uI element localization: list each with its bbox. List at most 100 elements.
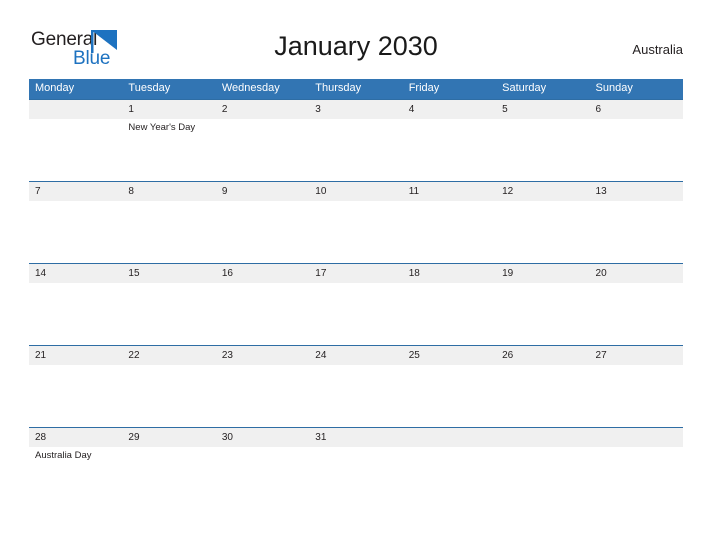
day-cell[interactable]: 12 xyxy=(496,181,590,264)
day-cell[interactable]: 5 xyxy=(496,99,590,182)
day-cell[interactable]: 22 xyxy=(122,345,216,428)
day-number: 13 xyxy=(589,182,683,201)
day-cell[interactable]: 4 xyxy=(402,99,497,182)
day-event xyxy=(216,365,309,368)
day-cell[interactable]: 2 xyxy=(215,99,310,182)
day-cell[interactable]: 16 xyxy=(215,263,310,346)
day-cell[interactable]: 27 xyxy=(589,345,683,428)
weekday-header-wednesday: Wednesday xyxy=(215,79,310,100)
calendar-week-row: 1 New Year's Day 2 3 4 5 6 xyxy=(29,99,683,182)
weekday-header-monday: Monday xyxy=(29,79,123,100)
day-event xyxy=(122,201,215,204)
day-number: 31 xyxy=(309,428,403,447)
day-number: 27 xyxy=(589,346,683,365)
day-number: 24 xyxy=(309,346,403,365)
day-number: 19 xyxy=(496,264,590,283)
day-number: 10 xyxy=(309,182,403,201)
day-event xyxy=(403,283,496,286)
day-event xyxy=(403,447,496,450)
day-event xyxy=(309,201,402,204)
day-event xyxy=(403,119,496,122)
day-cell[interactable]: 20 xyxy=(589,263,683,346)
day-cell[interactable]: 6 xyxy=(589,99,683,182)
day-event xyxy=(496,365,589,368)
page-title: January 2030 xyxy=(274,31,438,61)
day-cell[interactable]: 28 Australia Day xyxy=(29,427,123,509)
day-cell[interactable]: 23 xyxy=(215,345,310,428)
day-event xyxy=(122,283,215,286)
day-cell[interactable]: 1 New Year's Day xyxy=(122,99,216,182)
day-event xyxy=(590,283,683,286)
day-cell[interactable]: 18 xyxy=(402,263,497,346)
day-event xyxy=(403,201,496,204)
day-number: 22 xyxy=(122,346,216,365)
day-cell[interactable]: 25 xyxy=(402,345,497,428)
day-cell[interactable] xyxy=(402,427,497,509)
day-cell[interactable]: 29 xyxy=(122,427,216,509)
day-cell[interactable]: 24 xyxy=(309,345,403,428)
day-number: 16 xyxy=(215,264,310,283)
day-cell[interactable]: 21 xyxy=(29,345,123,428)
calendar-header-row: Monday Tuesday Wednesday Thursday Friday… xyxy=(29,79,683,100)
day-number: 29 xyxy=(122,428,216,447)
day-event xyxy=(496,119,589,122)
day-number: 25 xyxy=(402,346,497,365)
day-event xyxy=(29,283,122,286)
day-cell[interactable]: 30 xyxy=(215,427,310,509)
day-event xyxy=(29,365,122,368)
day-number: 1 xyxy=(122,100,216,119)
day-cell[interactable]: 31 xyxy=(309,427,403,509)
day-number: 7 xyxy=(29,182,123,201)
day-cell[interactable] xyxy=(589,427,683,509)
day-event xyxy=(122,447,215,450)
day-number: 21 xyxy=(29,346,123,365)
day-cell[interactable] xyxy=(29,99,123,182)
day-cell[interactable]: 17 xyxy=(309,263,403,346)
day-number: 11 xyxy=(402,182,497,201)
day-number: 14 xyxy=(29,264,123,283)
day-event xyxy=(216,447,309,450)
day-cell[interactable] xyxy=(496,427,590,509)
day-cell[interactable]: 13 xyxy=(589,181,683,264)
day-cell[interactable]: 7 xyxy=(29,181,123,264)
weekday-header-saturday: Saturday xyxy=(496,79,590,100)
day-event xyxy=(590,447,683,450)
day-number: 20 xyxy=(589,264,683,283)
day-number xyxy=(496,428,590,447)
day-event xyxy=(590,365,683,368)
calendar-week-row: 21 22 23 24 25 26 27 xyxy=(29,345,683,428)
weekday-header-sunday: Sunday xyxy=(589,79,683,100)
day-number: 18 xyxy=(402,264,497,283)
day-cell[interactable]: 10 xyxy=(309,181,403,264)
page-header: General Blue January 2030 Australia xyxy=(0,0,712,78)
day-number: 8 xyxy=(122,182,216,201)
day-event xyxy=(309,119,402,122)
weekday-header-tuesday: Tuesday xyxy=(122,79,216,100)
day-cell[interactable]: 11 xyxy=(402,181,497,264)
calendar-week-row: 7 8 9 10 11 12 13 xyxy=(29,181,683,264)
day-cell[interactable]: 15 xyxy=(122,263,216,346)
day-event xyxy=(29,119,122,122)
day-number: 2 xyxy=(215,100,310,119)
calendar-week-row: 14 15 16 17 18 19 20 xyxy=(29,263,683,346)
day-cell[interactable]: 26 xyxy=(496,345,590,428)
day-number xyxy=(29,100,123,119)
day-event xyxy=(590,201,683,204)
day-event: Australia Day xyxy=(35,450,92,461)
day-cell[interactable]: 19 xyxy=(496,263,590,346)
day-cell[interactable]: 14 xyxy=(29,263,123,346)
calendar-table: Monday Tuesday Wednesday Thursday Friday… xyxy=(29,79,683,509)
day-cell[interactable]: 8 xyxy=(122,181,216,264)
day-number: 23 xyxy=(215,346,310,365)
day-event xyxy=(496,201,589,204)
day-number: 30 xyxy=(215,428,310,447)
weekday-header-friday: Friday xyxy=(402,79,497,100)
day-cell[interactable]: 9 xyxy=(215,181,310,264)
day-number xyxy=(589,428,683,447)
day-number: 15 xyxy=(122,264,216,283)
day-number: 5 xyxy=(496,100,590,119)
day-cell[interactable]: 3 xyxy=(309,99,403,182)
day-event xyxy=(309,283,402,286)
day-number: 6 xyxy=(589,100,683,119)
day-event xyxy=(122,365,215,368)
